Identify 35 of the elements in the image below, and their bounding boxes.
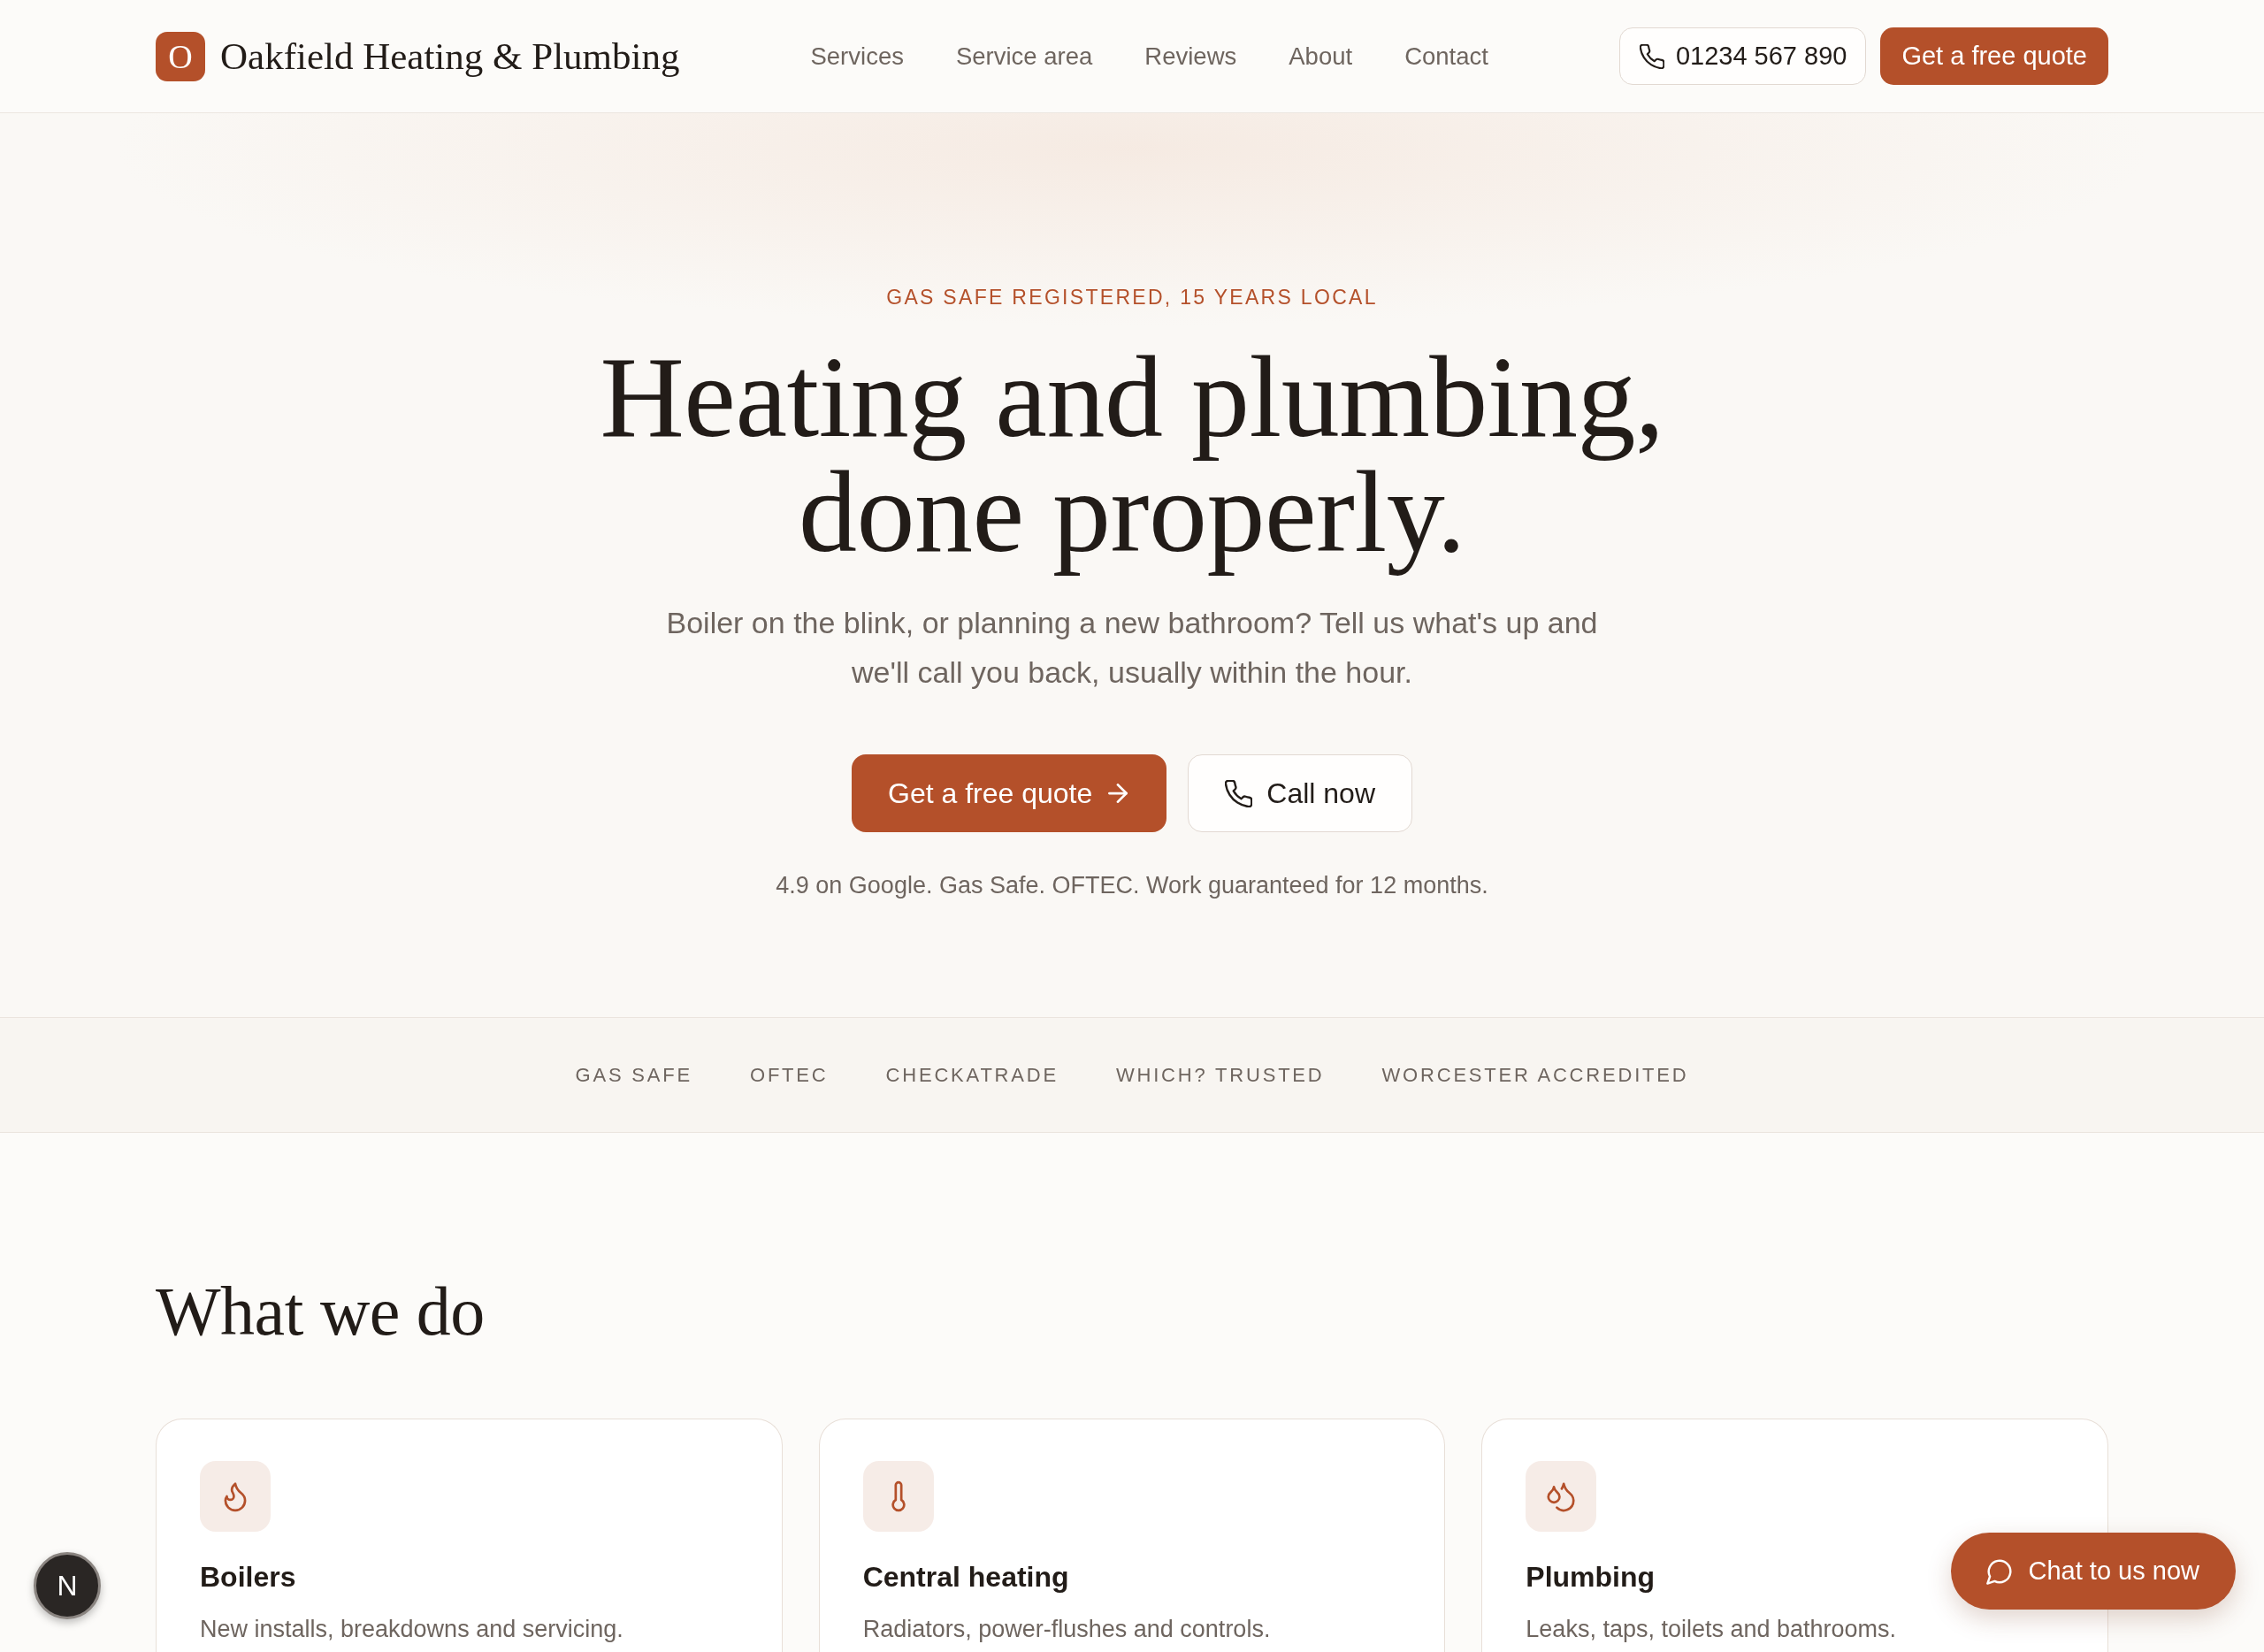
chat-bubble-icon [1985, 1557, 2013, 1585]
brand-name[interactable]: Oakfield Heating & Plumbing [220, 34, 680, 78]
phone-button[interactable]: 01234 567 890 [1618, 27, 1867, 85]
service-description: Leaks, taps, toilets and bathrooms. [1526, 1615, 1897, 1644]
service-title: Plumbing [1526, 1560, 1656, 1595]
nav-link[interactable]: Services [810, 42, 904, 71]
eyebrow-text: GAS SAFE REGISTERED, 15 YEARS LOCAL [886, 285, 1378, 310]
droplets-icon [1526, 1461, 1597, 1532]
hero-subtitle: Boiler on the blink, or planning a new bathroom? Tell us what's up and we'll call you back, usually within the hour. [665, 605, 1599, 691]
arrow-right-icon [1108, 784, 1128, 803]
accreditation-label: CHECKATRADE [885, 1063, 1059, 1087]
nav-link[interactable]: Reviews [1144, 42, 1237, 71]
service-description: New installs, breakdowns and servicing. [200, 1615, 623, 1644]
accreditation-label: WHICH? TRUSTED [1115, 1063, 1325, 1087]
service-title: Boilers [200, 1560, 296, 1595]
nav-link[interactable]: Service area [955, 42, 1093, 71]
phone-icon [1639, 43, 1664, 69]
accreditation-label: OFTEC [749, 1063, 829, 1087]
nav-link[interactable]: Contact [1404, 42, 1488, 71]
quote-button[interactable]: Get a free quote [852, 754, 1167, 832]
thermometer-icon [862, 1461, 934, 1532]
service-title: Central heating [862, 1560, 1069, 1595]
trust-note: 4.9 on Google. Gas Safe. OFTEC. Work guaranteed for 12 months. [776, 871, 1488, 900]
hero-heading: Heating and plumbing, done properly. [599, 331, 1665, 578]
logo-mark: O [156, 31, 205, 81]
quote-button[interactable]: Get a free quote [1880, 27, 2108, 85]
accreditation-label: WORCESTER ACCREDITED [1381, 1063, 1689, 1087]
phone-icon [1225, 779, 1253, 807]
chat-button[interactable]: Chat to us now [1950, 1533, 2236, 1610]
flame-icon [200, 1461, 271, 1532]
section-heading: What we do [156, 1272, 485, 1351]
nav-link[interactable]: About [1289, 42, 1353, 71]
accreditation-label: GAS SAFE [575, 1063, 692, 1087]
service-description: Radiators, power-flushes and controls. [862, 1615, 1271, 1644]
call-button[interactable]: Call now [1188, 754, 1412, 832]
